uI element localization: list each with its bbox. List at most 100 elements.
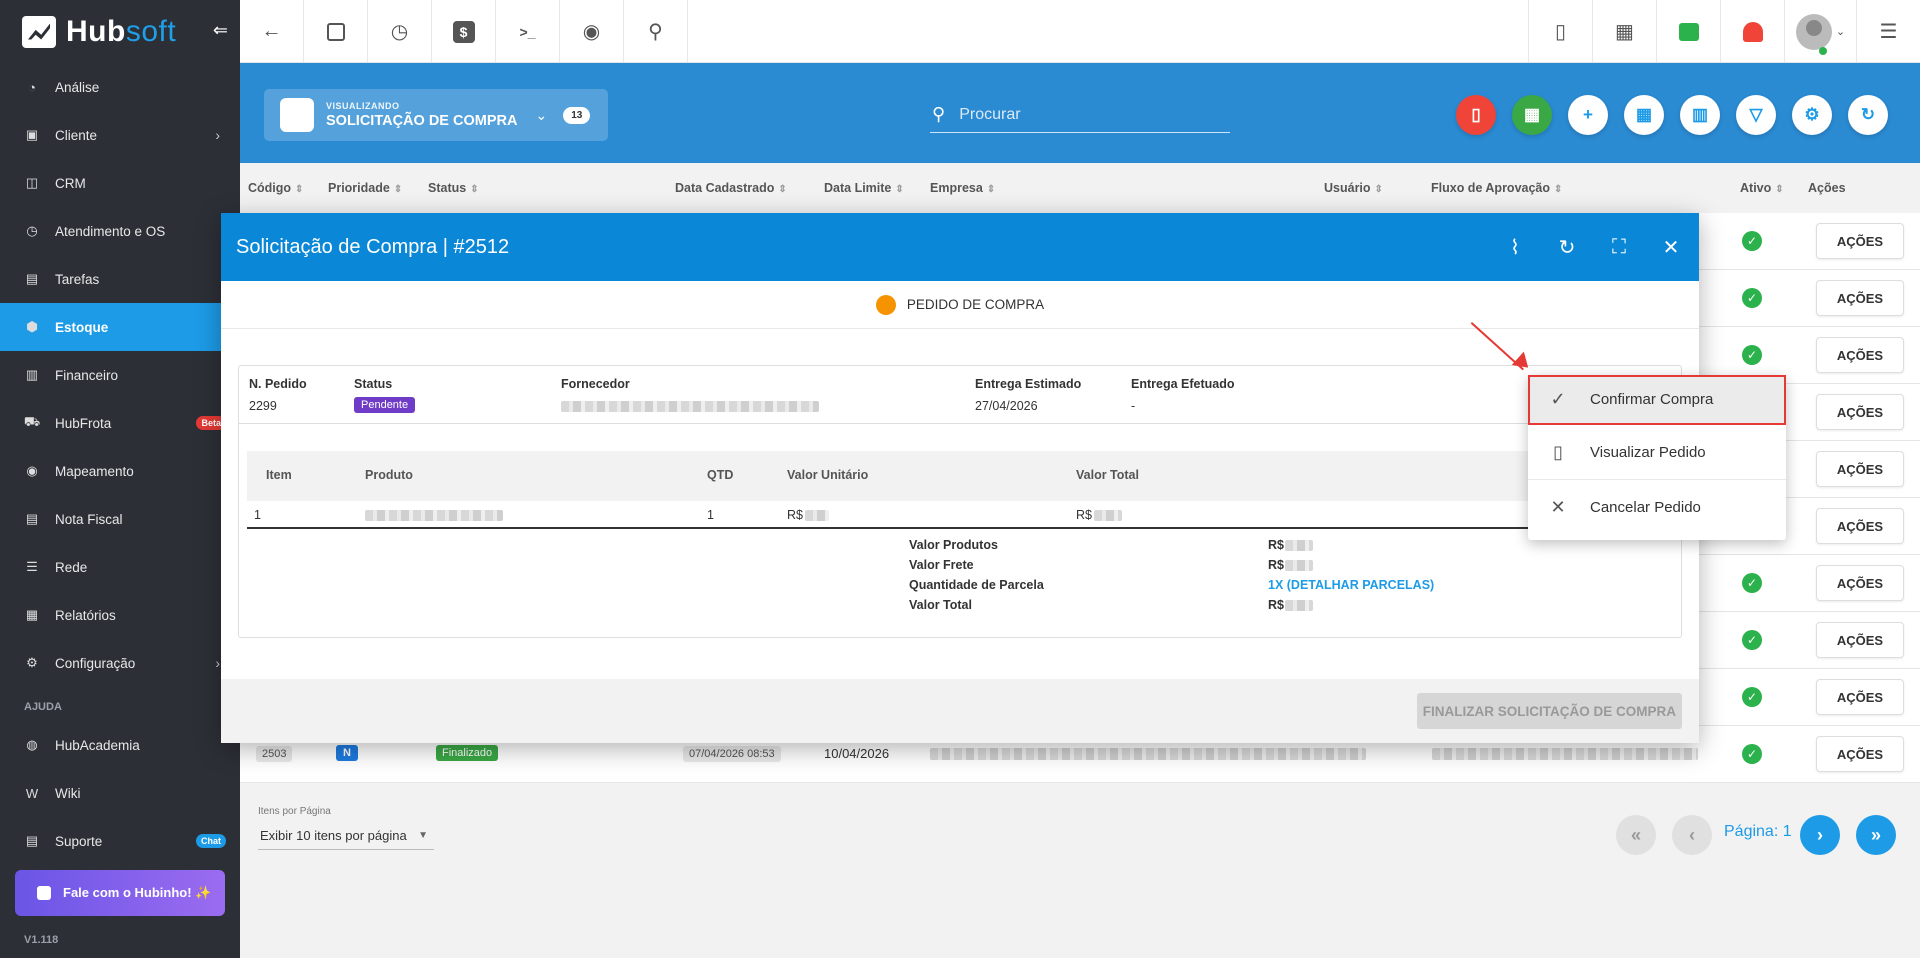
dollar-icon: $ — [452, 20, 475, 43]
redacted-total-value — [1094, 510, 1122, 521]
col-data-limite[interactable]: Data Limite ⇕ — [824, 181, 904, 195]
order-info: N. Pedido 2299 Status Pendente Fornecedo… — [239, 366, 1681, 424]
sidebar-item-mapeamento[interactable]: ◉ Mapeamento — [0, 447, 240, 495]
item-number: 1 — [254, 508, 261, 522]
table-header: Código ⇕ Prioridade ⇕ Status ⇕ Data Cadastr… — [240, 163, 1920, 213]
sidebar-item-wiki[interactable]: W Wiki — [0, 769, 240, 817]
filter-button[interactable]: ▽ — [1736, 95, 1776, 135]
item-qty: 1 — [707, 508, 714, 522]
caret-down-icon: ▼ — [418, 830, 428, 841]
col-prioridade[interactable]: Prioridade ⇕ — [328, 181, 402, 195]
actions-button[interactable]: AÇÕES — [1816, 736, 1904, 772]
sidebar-item-configuracao[interactable]: ⚙ Configuração › — [0, 639, 240, 687]
sidebar-item-hubfrota[interactable]: ⛟ HubFrota Beta — [0, 399, 240, 447]
sidebar-item-estoque[interactable]: ⬢ Estoque — [0, 303, 240, 351]
confirm-purchase-item[interactable]: ✓ Confirmar Compra — [1528, 375, 1786, 425]
view-order-item[interactable]: ▯ Visualizar Pedido — [1528, 425, 1786, 480]
next-page-button[interactable]: › — [1800, 815, 1840, 855]
export-excel-button[interactable]: ▦ — [1512, 95, 1552, 135]
redacted-supplier — [561, 401, 819, 412]
finalize-request-button[interactable]: FINALIZAR SOLICITAÇÃO DE COMPRA — [1416, 693, 1682, 729]
terminal-icon: >_ — [519, 23, 536, 40]
finance-button[interactable]: $ — [432, 0, 496, 63]
col-usuario[interactable]: Usuário ⇕ — [1324, 181, 1383, 195]
col-status[interactable]: Status ⇕ — [428, 181, 479, 195]
refresh-icon[interactable]: ↻ — [1555, 235, 1579, 259]
order-number: N. Pedido 2299 — [249, 377, 307, 413]
check-circle-icon: ✓ — [1742, 345, 1762, 365]
sidebar-item-cliente[interactable]: ▣ Cliente › — [0, 111, 240, 159]
detalhar-parcelas-link[interactable]: 1X (DETALHAR PARCELAS) — [1268, 578, 1434, 592]
search-input[interactable] — [959, 105, 1210, 124]
actions-button[interactable]: AÇÕES — [1816, 394, 1904, 430]
actions-button[interactable]: AÇÕES — [1816, 508, 1904, 544]
excel-icon: ▦ — [1523, 105, 1541, 124]
sidebar-item-hubacademia[interactable]: ◍ HubAcademia — [0, 721, 240, 769]
view-selector[interactable]: VISUALIZANDO SOLICITAÇÃO DE COMPRA ⌄ 13 — [264, 89, 608, 141]
valor-frete-value: R$ — [1268, 558, 1284, 572]
notifications-button[interactable] — [1720, 0, 1784, 63]
sidebar-item-atendimento[interactable]: ◷ Atendimento e OS — [0, 207, 240, 255]
col-codigo[interactable]: Código ⇕ — [248, 181, 303, 195]
items-col-produto: Produto — [365, 468, 413, 482]
viewing-title: SOLICITAÇÃO DE COMPRA — [326, 113, 518, 129]
modal-footer: FINALIZAR SOLICITAÇÃO DE COMPRA — [221, 679, 1699, 743]
collapse-sidebar-icon[interactable]: ⇐ — [213, 20, 228, 41]
items-per-page-select[interactable]: Exibir 10 itens por página ▼ — [258, 822, 434, 850]
hubinho-chat-button[interactable]: Fale com o Hubinho! ✨ — [15, 870, 225, 916]
settings-button[interactable]: ⚙ — [1792, 95, 1832, 135]
table-view-button[interactable]: ▦ — [1624, 95, 1664, 135]
sidebar-item-tarefas[interactable]: ▤ Tarefas — [0, 255, 240, 303]
sort-icon: ⇕ — [1374, 184, 1383, 195]
actions-button[interactable]: AÇÕES — [1816, 679, 1904, 715]
last-page-button[interactable]: » — [1856, 815, 1896, 855]
col-ativo[interactable]: Ativo ⇕ — [1740, 181, 1784, 195]
actions-button[interactable]: AÇÕES — [1816, 565, 1904, 601]
created-date: 07/04/2026 08:53 — [683, 746, 781, 762]
terminal-button[interactable]: >_ — [496, 0, 560, 63]
first-page-button[interactable]: « — [1616, 815, 1656, 855]
actions-button[interactable]: AÇÕES — [1816, 223, 1904, 259]
cancel-order-item[interactable]: ✕ Cancelar Pedido — [1528, 480, 1786, 535]
col-empresa[interactable]: Empresa ⇕ — [930, 181, 995, 195]
col-data-cadastrado[interactable]: Data Cadastrado ⇕ — [675, 181, 787, 195]
close-icon[interactable]: ✕ — [1659, 235, 1683, 259]
sidebar-item-analise[interactable]: ◔ Análise — [0, 63, 240, 111]
check-circle-icon: ✓ — [1742, 630, 1762, 650]
money-icon: ▥ — [25, 367, 39, 382]
menu-button[interactable]: ☰ — [1856, 0, 1920, 63]
item-total-currency: R$ — [1076, 508, 1092, 522]
add-button[interactable]: + — [1568, 95, 1608, 135]
modal-title: Solicitação de Compra | #2512 — [236, 235, 510, 258]
sidebar-item-suporte[interactable]: ▤ Suporte Chat — [0, 817, 240, 865]
prev-page-button[interactable]: ‹ — [1672, 815, 1712, 855]
messages-button[interactable] — [1656, 0, 1720, 63]
fullscreen-icon[interactable]: ⛶ — [1607, 235, 1631, 259]
sort-icon: ⇕ — [986, 184, 996, 195]
sidebar-item-rede[interactable]: ☰ Rede — [0, 543, 240, 591]
search-button[interactable]: ⚲ — [624, 0, 688, 63]
sidebar-item-relatorios[interactable]: ▦ Relatórios — [0, 591, 240, 639]
contacts-button[interactable] — [304, 0, 368, 63]
columns-button[interactable]: ▥ — [1680, 95, 1720, 135]
actions-button[interactable]: AÇÕES — [1816, 451, 1904, 487]
status-badge: Pendente — [354, 397, 416, 413]
sidebar-item-financeiro[interactable]: ▥ Financeiro — [0, 351, 240, 399]
chat-badge: Chat — [196, 834, 226, 848]
support-icon: ▤ — [25, 833, 39, 848]
actions-button[interactable]: AÇÕES — [1816, 337, 1904, 373]
sidebar-item-nota-fiscal[interactable]: ▤ Nota Fiscal — [0, 495, 240, 543]
col-fluxo-aprovacao[interactable]: Fluxo de Aprovação ⇕ — [1431, 181, 1562, 195]
view-button[interactable]: ◉ — [560, 0, 624, 63]
attachment-icon[interactable]: ⌇ — [1503, 235, 1527, 259]
schedule-button[interactable]: ◷ — [368, 0, 432, 63]
export-pdf-button[interactable]: ▯ — [1456, 95, 1496, 135]
sort-icon: ⇕ — [895, 184, 904, 195]
sidebar-item-crm[interactable]: ◫ CRM — [0, 159, 240, 207]
pdf-export-button[interactable]: ▯ — [1528, 0, 1592, 63]
back-button[interactable]: ← — [240, 0, 304, 63]
refresh-button[interactable]: ↻ — [1848, 95, 1888, 135]
actions-button[interactable]: AÇÕES — [1816, 280, 1904, 316]
actions-button[interactable]: AÇÕES — [1816, 622, 1904, 658]
organization-button[interactable]: ▦ — [1592, 0, 1656, 63]
